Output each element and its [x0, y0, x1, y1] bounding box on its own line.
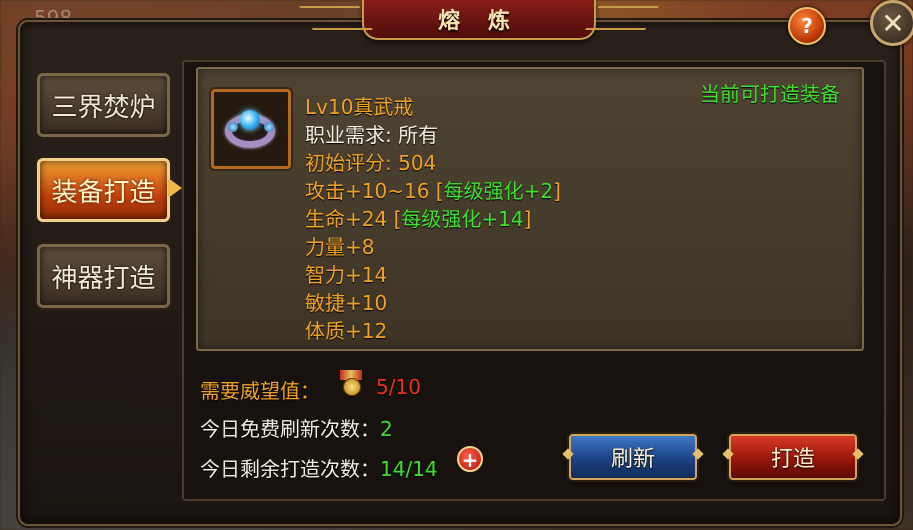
life-bonus: 每级强化+14: [401, 207, 524, 231]
item-life: 生命+24 [每级强化+14]: [305, 207, 532, 231]
forge-button[interactable]: 打造: [729, 434, 857, 480]
window-title: 熔 炼: [438, 8, 520, 34]
tab-artifact-forge[interactable]: 神器打造: [37, 244, 170, 308]
item-intelligence: 智力+14: [305, 263, 388, 287]
item-agility: 敏捷+10: [305, 291, 388, 315]
help-button[interactable]: ?: [788, 7, 826, 45]
tab-label: 三界焚炉: [51, 92, 156, 123]
remaining-forge-row: 今日剩余打造次数：14/14: [200, 457, 438, 481]
tab-equipment-forge[interactable]: 装备打造: [37, 158, 170, 222]
status-label: 当前可打造装备: [700, 82, 840, 106]
ring-icon: [222, 100, 280, 158]
close-button[interactable]: ✕: [870, 0, 913, 46]
active-tab-arrow-icon: [168, 178, 182, 198]
tab-label: 装备打造: [51, 177, 156, 208]
remaining-forge-count: 14/14: [380, 457, 438, 481]
item-requirement: 职业需求: 所有: [305, 123, 439, 147]
item-strength: 力量+8: [305, 235, 375, 259]
tab-label: 神器打造: [51, 263, 156, 294]
add-forge-count-button[interactable]: +: [457, 446, 483, 472]
refresh-button[interactable]: 刷新: [569, 434, 697, 480]
title-plaque: 熔 炼: [362, 0, 596, 40]
item-attack: 攻击+10~16 [每级强化+2]: [305, 179, 561, 203]
free-refresh-count: 2: [380, 417, 393, 441]
attack-bonus: 每级强化+2: [443, 179, 554, 203]
free-refresh-row: 今日免费刷新次数：2: [200, 417, 393, 441]
item-score: 初始评分: 504: [305, 151, 437, 175]
medal-icon: [338, 370, 364, 398]
prestige-label: 需要威望值：: [200, 379, 320, 403]
item-slot[interactable]: [211, 89, 291, 169]
item-name: Lv10真武戒: [305, 95, 414, 119]
item-constitution: 体质+12: [305, 319, 388, 343]
tab-sanjie-furnace[interactable]: 三界焚炉: [37, 73, 170, 137]
prestige-value: 5/10: [376, 375, 421, 399]
